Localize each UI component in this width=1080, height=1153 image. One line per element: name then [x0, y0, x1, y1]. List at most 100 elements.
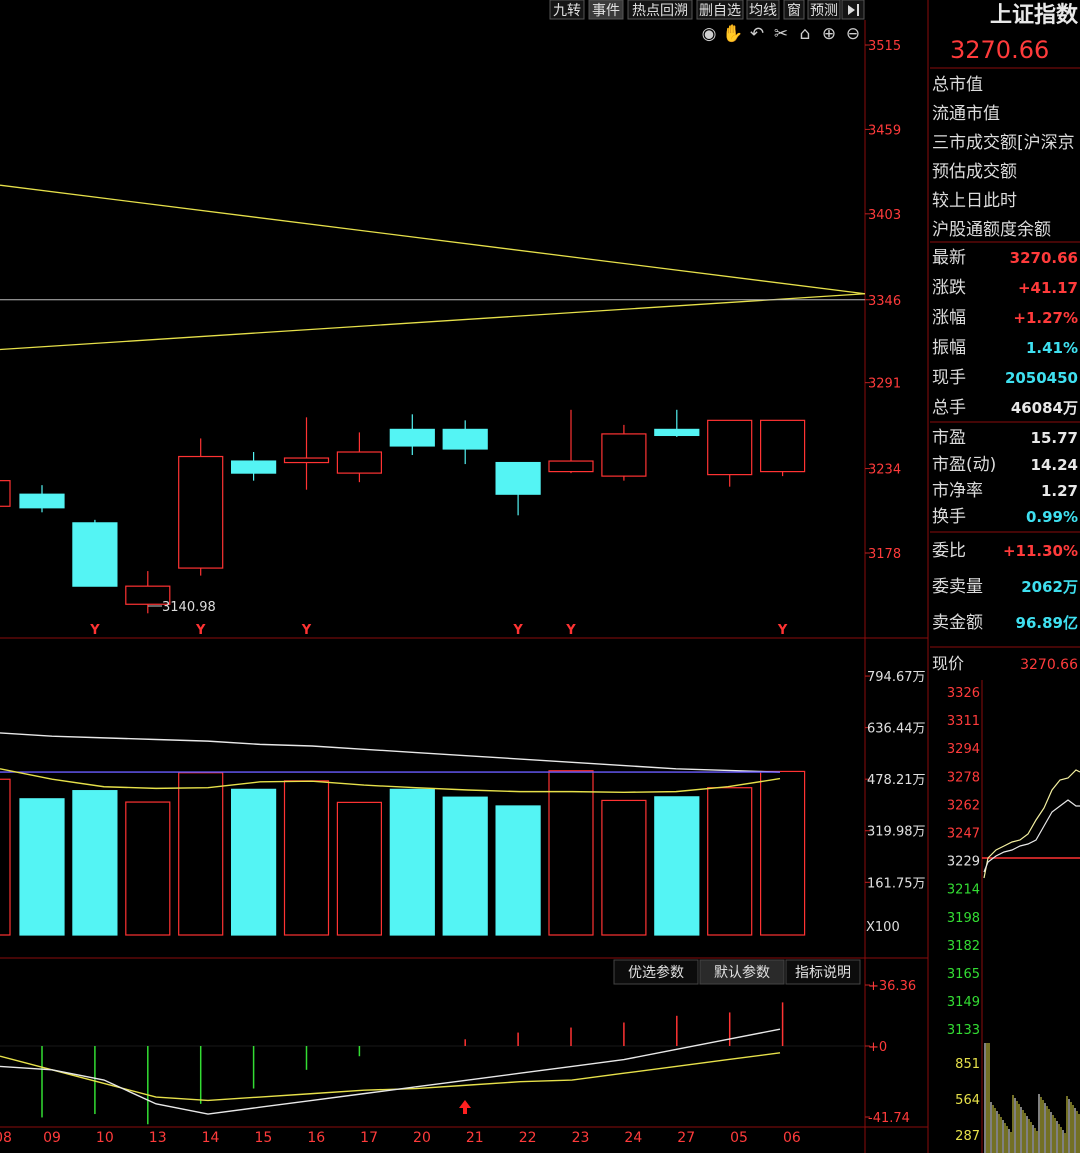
- mini-price-tick: 3165: [947, 967, 980, 982]
- date-label: 05: [730, 1130, 748, 1146]
- date-label: 15: [254, 1130, 272, 1146]
- info-label-0: 总市值: [932, 75, 983, 95]
- candle-body: [495, 461, 541, 495]
- quote-label-6: 市盈: [932, 428, 966, 448]
- quote-label-10: 委比: [932, 541, 966, 561]
- mini-price-tick: 3214: [947, 883, 980, 898]
- info-label-2: 三市成交额[沪深京: [932, 133, 1075, 153]
- macd-tick-label: +36.36: [868, 979, 916, 994]
- date-label: 21: [466, 1130, 484, 1146]
- toolbar-label-4: 均线: [749, 3, 777, 19]
- candle-body: [654, 428, 700, 437]
- chart-tools: ◉ ✋ ↶ ✂ ⌂ ⊕ ⊖: [702, 23, 861, 44]
- scissors-icon[interactable]: ✂: [774, 24, 788, 44]
- hand-icon[interactable]: ✋: [722, 23, 743, 44]
- volume-bar: [72, 790, 118, 936]
- volume-bars: [0, 770, 806, 936]
- volume-bar: [389, 788, 435, 936]
- quote-value-10: +11.30%: [1003, 542, 1078, 560]
- mini-volume-tick: 564: [955, 1093, 980, 1108]
- indicator-tab-label-1: 默认参数: [714, 964, 770, 981]
- index-title: 上证指数: [990, 2, 1079, 28]
- date-label: 23: [572, 1130, 590, 1146]
- quote-label-0: 最新: [932, 248, 966, 268]
- volume-bar: [495, 805, 541, 936]
- volume-bar: [707, 787, 753, 936]
- candle-partial: [0, 480, 11, 507]
- quote-value-6: 15.77: [1031, 429, 1078, 447]
- zoom-out-icon[interactable]: ⊖: [846, 24, 860, 44]
- volume-bar: [231, 788, 277, 936]
- undo-icon[interactable]: ↶: [750, 24, 764, 44]
- mini-price-tick: 3278: [947, 770, 980, 785]
- price-tick-label: 3234: [868, 463, 901, 478]
- mini-price-tick: 3198: [947, 911, 980, 926]
- volume-ma-lines: [0, 732, 781, 793]
- quote-label-12: 卖金额: [932, 613, 983, 633]
- price-tick-label: 3291: [868, 377, 901, 392]
- stock-chart-screen: 九转 事件 热点回溯 删自选 均线窗预测 ◉ ✋ ↶ ✂ ⌂ ⊕ ⊖ 3515 3459 3403 334…: [0, 0, 1080, 1153]
- macd-axis: +36.36 +0 -41.74: [865, 979, 916, 1126]
- candle-body: [178, 455, 224, 569]
- mini-avg-line: [983, 799, 1080, 873]
- volume-bar: [759, 770, 806, 936]
- candle-body: [759, 419, 806, 473]
- toolbar-label-5: 窗: [787, 2, 801, 19]
- info-labels: 总市值流通市值三市成交额[沪深京预估成交额较上日此时沪股通额度余额: [932, 75, 1075, 240]
- volume-bar: [548, 770, 594, 936]
- volume-bar: [19, 798, 65, 936]
- date-label: 08: [0, 1130, 12, 1146]
- quote-label-11: 委卖量: [932, 577, 983, 597]
- trend-lines: [0, 184, 866, 351]
- price-tick-label: 3403: [868, 208, 901, 223]
- lock-icon[interactable]: ⌂: [800, 24, 811, 44]
- candle-body: [389, 428, 435, 447]
- quote-label-3: 振幅: [932, 338, 966, 358]
- volume-ma-white: [0, 732, 781, 773]
- date-label: 17: [360, 1130, 378, 1146]
- mini-volume-tick: 287: [955, 1129, 980, 1144]
- volume-tick-label: 636.44万: [867, 722, 926, 737]
- mini-price-tick: 3182: [947, 939, 980, 954]
- price-tick-label: 3459: [868, 123, 901, 138]
- eye-icon[interactable]: ◉: [702, 24, 717, 44]
- y-marker: Y: [301, 623, 312, 638]
- candle-body: [336, 451, 382, 474]
- price-tick-label: 3346: [868, 294, 901, 309]
- candle-body: [442, 428, 488, 450]
- toolbar-label-6: 预测: [810, 3, 838, 19]
- quote-value-12: 96.89亿: [1016, 614, 1078, 632]
- indicator-tabs: 优选参数 默认参数 指标说明: [613, 959, 861, 985]
- low-annotation-label: 3140.98: [162, 600, 216, 615]
- y-markers: YYYYYY: [89, 623, 788, 638]
- volume-bar: [125, 801, 171, 936]
- mini-price-tick: 3326: [947, 686, 980, 701]
- volume-bar-partial: [0, 778, 11, 936]
- candle-body: [231, 460, 277, 474]
- mini-price-tick: 3311: [947, 714, 980, 729]
- volume-bar: [283, 780, 330, 936]
- mini-value: 3270.66: [1020, 657, 1078, 673]
- toolbar-label-0: 九转: [553, 3, 581, 19]
- zoom-in-icon[interactable]: ⊕: [822, 24, 836, 44]
- candle-body: [601, 433, 647, 477]
- candle-body: [72, 522, 118, 587]
- price-tick-label: 3515: [868, 39, 901, 54]
- candle-body: [548, 460, 594, 473]
- candle-body: [283, 457, 330, 464]
- macd-indicator: [0, 1002, 865, 1125]
- toolbar-label-1: 事件: [592, 3, 620, 19]
- y-marker: Y: [512, 623, 523, 638]
- quote-label-8: 市净率: [932, 481, 983, 501]
- mini-price-tick: 3262: [947, 798, 980, 813]
- date-label: 09: [43, 1130, 61, 1146]
- volume-bar: [178, 772, 224, 936]
- mini-price-tick: 3229: [947, 855, 980, 870]
- quote-rows: 最新 3270.66 涨跌 +41.17 涨幅 +1.27% 振幅 1.41% 现手 205045…: [932, 248, 1078, 633]
- info-label-3: 预估成交额: [932, 162, 1017, 182]
- volume-unit: X100: [866, 920, 900, 935]
- quote-value-11: 2062万: [1021, 578, 1078, 596]
- mini-volume-tick: 851: [955, 1057, 980, 1072]
- toolbar-label-2: 热点回溯: [632, 3, 688, 19]
- indicator-tab-label-2: 指标说明: [795, 965, 851, 981]
